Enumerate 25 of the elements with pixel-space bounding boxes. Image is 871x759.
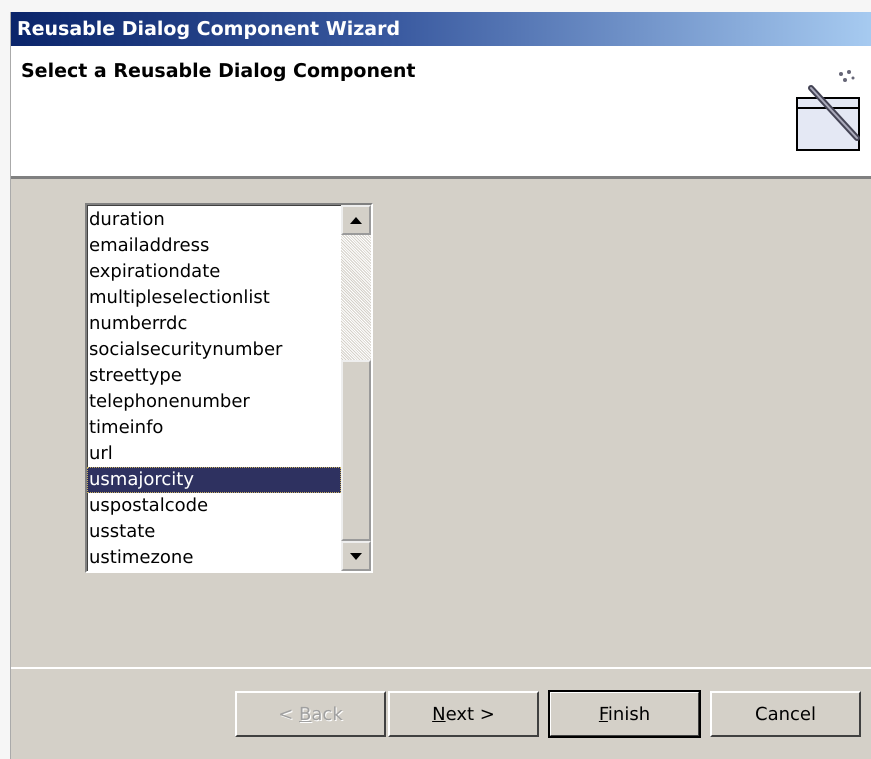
cancel-button[interactable]: Cancel <box>710 691 861 737</box>
list-item[interactable]: usstate <box>87 519 341 545</box>
scrollbar-thumb[interactable] <box>341 360 371 541</box>
list-item[interactable]: socialsecuritynumber <box>87 337 341 363</box>
list-item[interactable]: emailaddress <box>87 233 341 259</box>
list-item[interactable]: multipleselectionlist <box>87 285 341 311</box>
scroll-down-button[interactable] <box>341 541 371 571</box>
window-title: Reusable Dialog Component Wizard <box>11 12 871 46</box>
up-arrow-icon <box>350 216 362 224</box>
list-item[interactable]: uspostalcode <box>87 493 341 519</box>
page-title: Select a Reusable Dialog Component <box>21 60 416 82</box>
list-item[interactable]: timeinfo <box>87 415 341 441</box>
scroll-up-button[interactable] <box>341 205 371 235</box>
list-item[interactable]: url <box>87 441 341 467</box>
list-item[interactable]: ustimezone <box>87 545 341 571</box>
list-item[interactable]: streettype <box>87 363 341 389</box>
down-arrow-icon <box>350 552 362 560</box>
list-item[interactable]: numberrdc <box>87 311 341 337</box>
list-item[interactable]: duration <box>87 207 341 233</box>
next-button[interactable]: Next > <box>388 691 539 737</box>
list-item[interactable]: telephonenumber <box>87 389 341 415</box>
list-item[interactable]: usmajorcity <box>87 467 341 493</box>
wizard-wand-icon <box>793 68 863 152</box>
list-item[interactable]: expirationdate <box>87 259 341 285</box>
finish-button[interactable]: Finish <box>549 691 700 737</box>
